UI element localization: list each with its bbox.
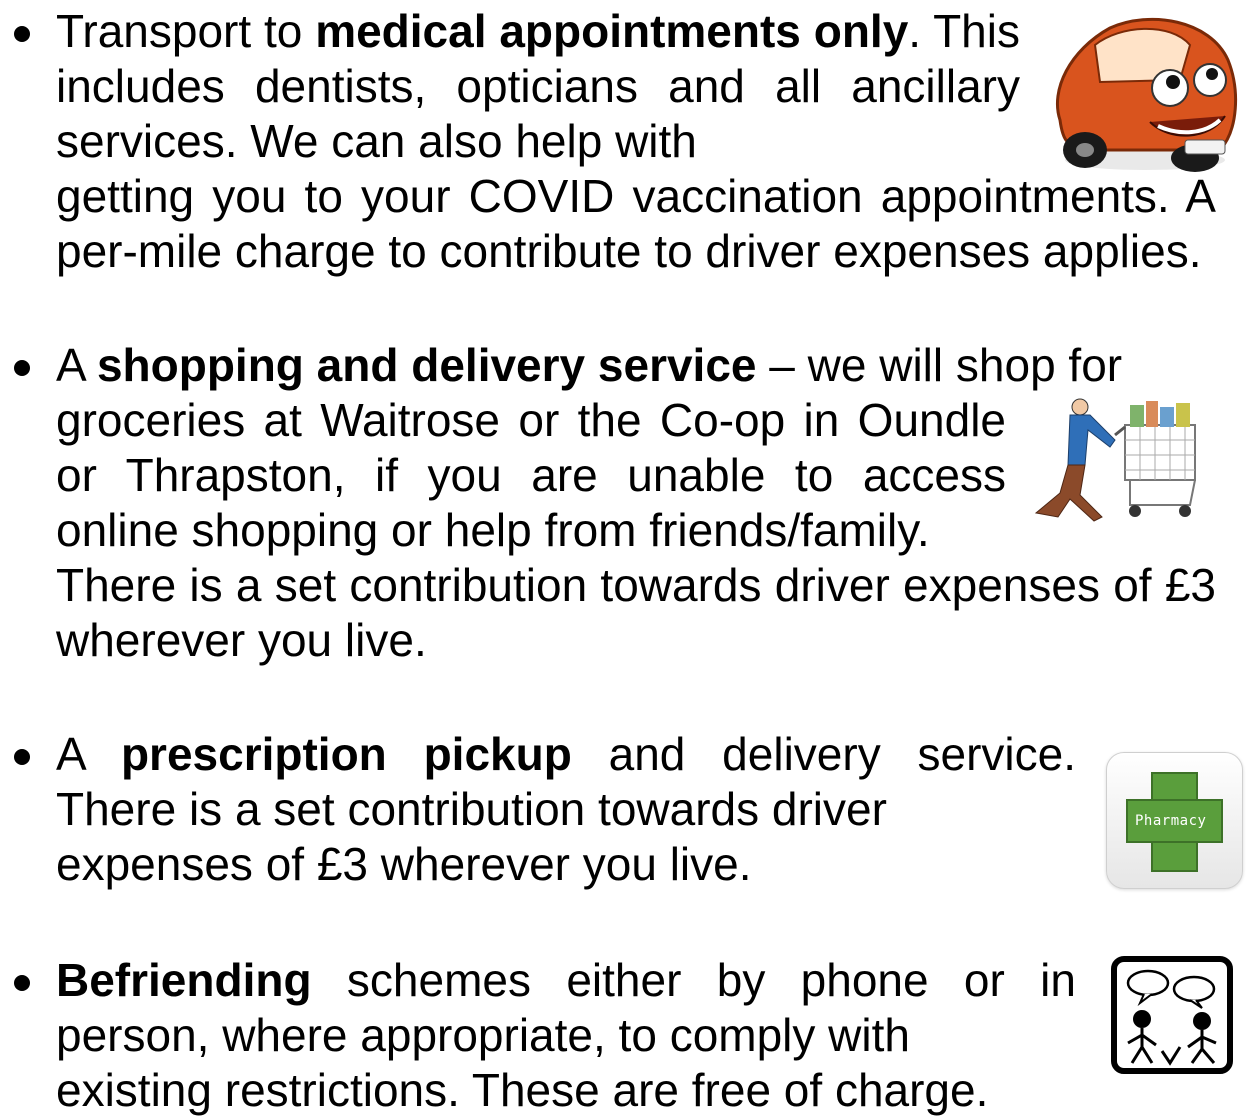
prescription-text-1: A — [56, 728, 121, 780]
bullet-icon — [14, 975, 30, 991]
shopping-full-text: There is a set contribution towards driv… — [56, 559, 1216, 666]
shopping-trolley-icon — [1030, 395, 1210, 525]
befriending-full-text: existing restrictions. These are free of… — [56, 1064, 989, 1116]
befriending-people-icon — [1110, 955, 1234, 1075]
prescription-full-text: expenses of £3 wherever you live. — [56, 838, 752, 890]
shopping-text-1: A — [56, 339, 97, 391]
shopping-wrap-text: groceries at Waitrose or the Co-op in Ou… — [56, 394, 1006, 556]
prescription-bold: prescription pickup — [120, 728, 572, 780]
smiling-car-icon — [1040, 10, 1245, 175]
befriending-text: Befriending schemes either by phone or i… — [56, 953, 1076, 1063]
shopping-text-2: – we will shop for — [756, 339, 1123, 391]
shopping-lead-text: A shopping and delivery service – we wil… — [56, 338, 1216, 393]
bullet-icon — [14, 749, 30, 765]
befriending-bold: Befriending — [56, 954, 312, 1006]
pharmacy-cross-icon: Pharmacy — [1106, 752, 1243, 889]
transport-text: Transport to medical appointments only. … — [56, 4, 1020, 169]
prescription-text: A prescription pickup and delivery servi… — [56, 727, 1076, 837]
transport-text-1: Transport to — [56, 5, 316, 57]
transport-bold: medical appointments only — [315, 5, 909, 57]
pharmacy-label: Pharmacy — [1135, 813, 1207, 829]
bullet-icon — [14, 360, 30, 376]
transport-text-full: getting you to your COVID vaccination ap… — [56, 170, 1216, 277]
shopping-bold: shopping and delivery service — [96, 339, 757, 391]
bullet-icon — [14, 26, 30, 42]
